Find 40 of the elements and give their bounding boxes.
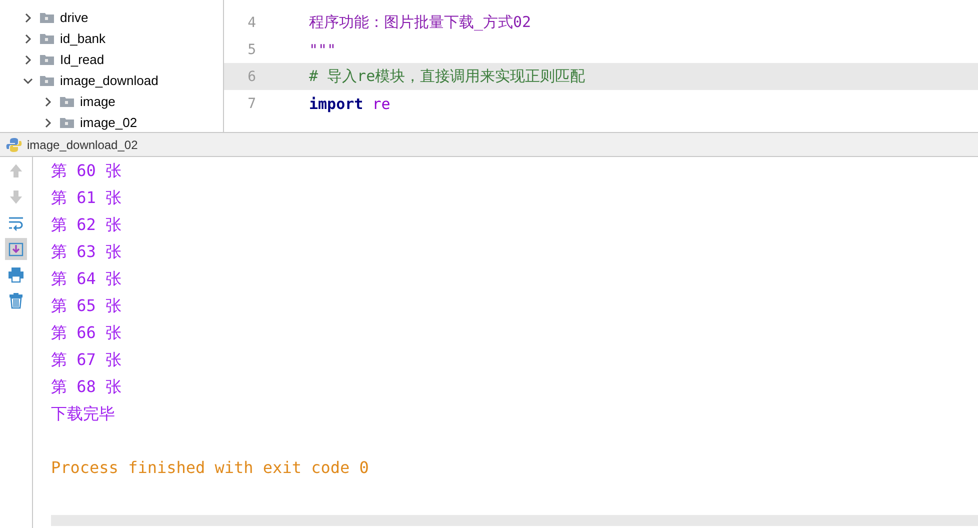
folder-icon (60, 96, 74, 107)
scroll-to-end-icon (8, 241, 24, 257)
code-line: """ (309, 40, 336, 58)
code-line: import re (309, 94, 390, 112)
tree-item[interactable]: image_download (0, 70, 223, 91)
wrap-icon (8, 215, 24, 231)
tree-item[interactable]: Id_read (0, 49, 223, 70)
folder-icon (40, 12, 54, 23)
console-line: 下载完毕 (51, 403, 115, 425)
tree-item[interactable]: image (0, 91, 223, 112)
printer-icon (8, 267, 24, 283)
tree-item[interactable]: id_bank (0, 28, 223, 49)
tree-item[interactable]: image_02 (0, 112, 223, 133)
tree-item[interactable]: drive (0, 7, 223, 28)
exit-message: Process finished with exit code 0 (51, 457, 369, 479)
folder-icon (40, 33, 54, 44)
console-line: 第 60 张 (51, 160, 122, 182)
python-icon (6, 136, 22, 152)
console-line: 第 66 张 (51, 322, 122, 344)
code-line: # 导入re模块，直接调用来实现正则匹配 (309, 67, 586, 86)
folder-icon (60, 117, 74, 128)
console-line: 第 68 张 (51, 376, 122, 398)
folder-icon (40, 54, 54, 65)
console-line: 第 61 张 (51, 187, 122, 209)
console-line: 第 65 张 (51, 295, 122, 317)
console-line: 第 67 张 (51, 349, 122, 371)
line-number: 4 (246, 14, 256, 30)
arrow-down-icon (8, 189, 24, 205)
trash-icon (8, 293, 24, 309)
scroll-to-end-button[interactable] (5, 238, 27, 260)
line-number: 7 (246, 96, 256, 112)
folder-icon (40, 75, 54, 86)
console-line: 第 62 张 (51, 214, 122, 236)
run-tab[interactable]: image_download_02 (0, 133, 978, 157)
console-line: 第 64 张 (51, 268, 122, 290)
line-number: 5 (246, 42, 256, 58)
arrow-up-icon (8, 163, 24, 179)
console-line: 第 63 张 (51, 241, 122, 263)
code-line: 程序功能：图片批量下载_方式02 (309, 13, 532, 32)
line-number: 6 (246, 68, 256, 84)
